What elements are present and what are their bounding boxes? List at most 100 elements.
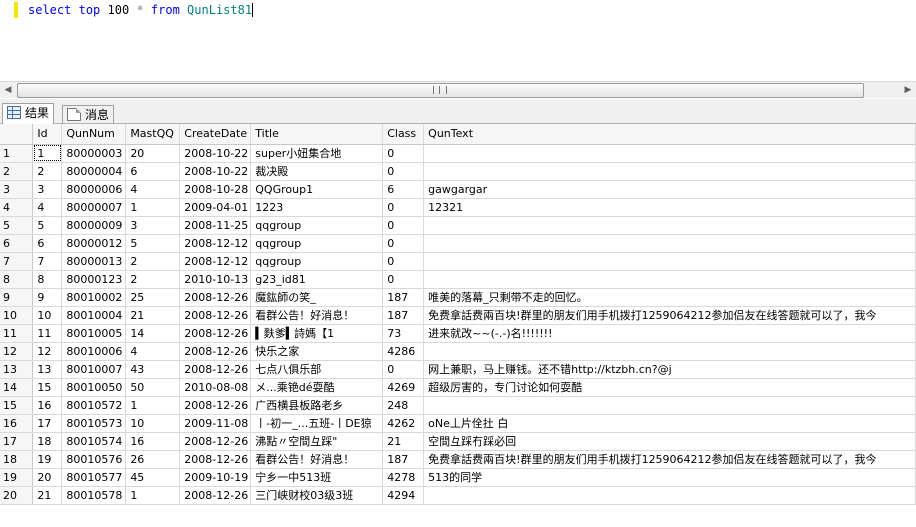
cell-quntext[interactable]: 免费拿話费兩百块!群里的朋友们用手机拨打1259064212参加侣友在线答题就可… — [423, 450, 916, 469]
cell-createdate[interactable]: 2008-12-26 — [179, 450, 252, 469]
cell-title[interactable]: 看群公告！好消息！ — [250, 306, 384, 325]
cell-qunnum[interactable]: 80010004 — [61, 306, 127, 325]
row-number[interactable]: 18 — [0, 450, 34, 469]
cell-quntext[interactable]: 唯美的落幕_只剩带不走的回忆。 — [423, 288, 916, 307]
cell-mastqq[interactable]: 50 — [125, 378, 181, 397]
cell-id[interactable]: 12 — [32, 342, 63, 361]
column-header-class[interactable]: Class — [382, 124, 425, 145]
cell-title[interactable]: メ...乘铯dé耍酷 — [250, 378, 384, 397]
cell-mastqq[interactable]: 26 — [125, 450, 181, 469]
cell-id[interactable]: 15 — [32, 378, 63, 397]
cell-id[interactable]: 7 — [32, 252, 63, 271]
table-row[interactable]: 14 15 80010050 50 2010-08-08 メ...乘铯dé耍酷 4269 超级… — [0, 378, 916, 397]
cell-qunnum[interactable]: 80010002 — [61, 288, 127, 307]
cell-class[interactable]: 187 — [382, 288, 425, 307]
cell-quntext[interactable] — [423, 270, 916, 289]
row-number[interactable]: 5 — [0, 216, 34, 235]
cell-mastqq[interactable]: 5 — [125, 234, 181, 253]
table-row[interactable]: 17 18 80010574 16 2008-12-26 沸點〃空間彑踩" 21 空間彑踩冇踩… — [0, 432, 916, 451]
cell-createdate[interactable]: 2010-10-13 — [179, 270, 252, 289]
table-row[interactable]: 12 12 80010006 4 2008-12-26 快乐之家 4286 — [0, 342, 916, 361]
cell-qunnum[interactable]: 80010573 — [61, 414, 127, 433]
row-number[interactable]: 16 — [0, 414, 34, 433]
cell-mastqq[interactable]: 4 — [125, 180, 181, 199]
cell-quntext[interactable]: gawgargar — [423, 180, 916, 199]
cell-id[interactable]: 2 — [32, 162, 63, 181]
row-number[interactable]: 1 — [0, 144, 34, 163]
cell-quntext[interactable] — [423, 162, 916, 181]
row-number[interactable]: 20 — [0, 486, 34, 505]
cell-title[interactable]: 沸點〃空間彑踩" — [250, 432, 384, 451]
cell-class[interactable]: 4286 — [382, 342, 425, 361]
cell-qunnum[interactable]: 80000007 — [61, 198, 127, 217]
table-row[interactable]: 20 21 80010578 1 2008-12-26 三门峡财校03级3班 4294 — [0, 486, 916, 505]
row-number[interactable]: 15 — [0, 396, 34, 415]
row-number[interactable]: 11 — [0, 324, 34, 343]
table-row[interactable]: 19 20 80010577 45 2009-10-19 宁乡一中513班 4278 513的… — [0, 468, 916, 487]
cell-quntext[interactable]: 12321 — [423, 198, 916, 217]
table-row[interactable]: 10 10 80010004 21 2008-12-26 看群公告！好消息！ 187 免费拿話… — [0, 306, 916, 325]
column-header-title[interactable]: Title — [250, 124, 384, 145]
cell-class[interactable]: 0 — [382, 270, 425, 289]
cell-quntext[interactable]: 超级厉害的，专门讨论如何耍酷 — [423, 378, 916, 397]
cell-mastqq[interactable]: 14 — [125, 324, 181, 343]
cell-title[interactable]: qqgroup — [250, 216, 384, 235]
cell-createdate[interactable]: 2008-12-26 — [179, 342, 252, 361]
cell-createdate[interactable]: 2008-12-26 — [179, 360, 252, 379]
cell-id[interactable]: 17 — [32, 414, 63, 433]
cell-id[interactable]: 20 — [32, 468, 63, 487]
cell-id[interactable]: 6 — [32, 234, 63, 253]
scroll-left-icon[interactable]: ◀ — [0, 82, 16, 98]
table-row[interactable]: 15 16 80010572 1 2008-12-26 广西横县板路老乡 248 — [0, 396, 916, 415]
query-editor[interactable]: select top 100 * from QunList81 — [0, 0, 916, 81]
cell-quntext[interactable]: oNe丄片佺扗 白 — [423, 414, 916, 433]
cell-quntext[interactable]: 免费拿話费兩百块!群里的朋友们用手机拨打1259064212参加侣友在线答题就可… — [423, 306, 916, 325]
grid-corner[interactable] — [0, 124, 34, 145]
cell-createdate[interactable]: 2008-12-26 — [179, 396, 252, 415]
cell-title[interactable]: 宁乡一中513班 — [250, 468, 384, 487]
cell-title[interactable]: ▍麩爹▍詩媽【1 — [250, 324, 384, 343]
cell-title[interactable]: g23_id81 — [250, 270, 384, 289]
cell-title[interactable]: 看群公告！好消息！ — [250, 450, 384, 469]
cell-createdate[interactable]: 2008-11-25 — [179, 216, 252, 235]
cell-mastqq[interactable]: 20 — [125, 144, 181, 163]
cell-qunnum[interactable]: 80010005 — [61, 324, 127, 343]
cell-mastqq[interactable]: 1 — [125, 396, 181, 415]
cell-createdate[interactable]: 2008-12-26 — [179, 306, 252, 325]
table-row[interactable]: 18 19 80010576 26 2008-12-26 看群公告！好消息！ 187 免费拿話… — [0, 450, 916, 469]
cell-qunnum[interactable]: 80000004 — [61, 162, 127, 181]
cell-createdate[interactable]: 2008-10-28 — [179, 180, 252, 199]
cell-mastqq[interactable]: 25 — [125, 288, 181, 307]
cell-class[interactable]: 4262 — [382, 414, 425, 433]
row-number[interactable]: 4 — [0, 198, 34, 217]
row-number[interactable]: 6 — [0, 234, 34, 253]
editor-horizontal-scrollbar[interactable]: ◀ ▶ — [0, 81, 916, 98]
cell-mastqq[interactable]: 2 — [125, 252, 181, 271]
cell-quntext[interactable] — [423, 396, 916, 415]
cell-id[interactable]: 10 — [32, 306, 63, 325]
cell-createdate[interactable]: 2008-12-12 — [179, 252, 252, 271]
cell-class[interactable]: 6 — [382, 180, 425, 199]
cell-qunnum[interactable]: 80000013 — [61, 252, 127, 271]
cell-title[interactable]: 广西横县板路老乡 — [250, 396, 384, 415]
cell-createdate[interactable]: 2008-12-26 — [179, 288, 252, 307]
cell-class[interactable]: 187 — [382, 450, 425, 469]
row-number[interactable]: 10 — [0, 306, 34, 325]
cell-id[interactable]: 5 — [32, 216, 63, 235]
cell-id[interactable]: 16 — [32, 396, 63, 415]
row-number[interactable]: 7 — [0, 252, 34, 271]
cell-qunnum[interactable]: 80010577 — [61, 468, 127, 487]
cell-class[interactable]: 4278 — [382, 468, 425, 487]
column-header-createdate[interactable]: CreateDate — [179, 124, 252, 145]
table-row[interactable]: 9 9 80010002 25 2008-12-26 魔鈜師の笑_ 187 唯美的落幕_只剩带… — [0, 288, 916, 307]
cell-id[interactable]: 8 — [32, 270, 63, 289]
row-number[interactable]: 8 — [0, 270, 34, 289]
cell-quntext[interactable] — [423, 144, 916, 163]
cell-createdate[interactable]: 2008-12-26 — [179, 324, 252, 343]
cell-mastqq[interactable]: 4 — [125, 342, 181, 361]
cell-title[interactable]: 三门峡财校03级3班 — [250, 486, 384, 505]
cell-id[interactable]: 21 — [32, 486, 63, 505]
table-row[interactable]: 3 3 80000006 4 2008-10-28 QQGroup1 6 gawgargar — [0, 180, 916, 199]
cell-id[interactable]: 19 — [32, 450, 63, 469]
cell-title[interactable]: 裁决殿 — [250, 162, 384, 181]
